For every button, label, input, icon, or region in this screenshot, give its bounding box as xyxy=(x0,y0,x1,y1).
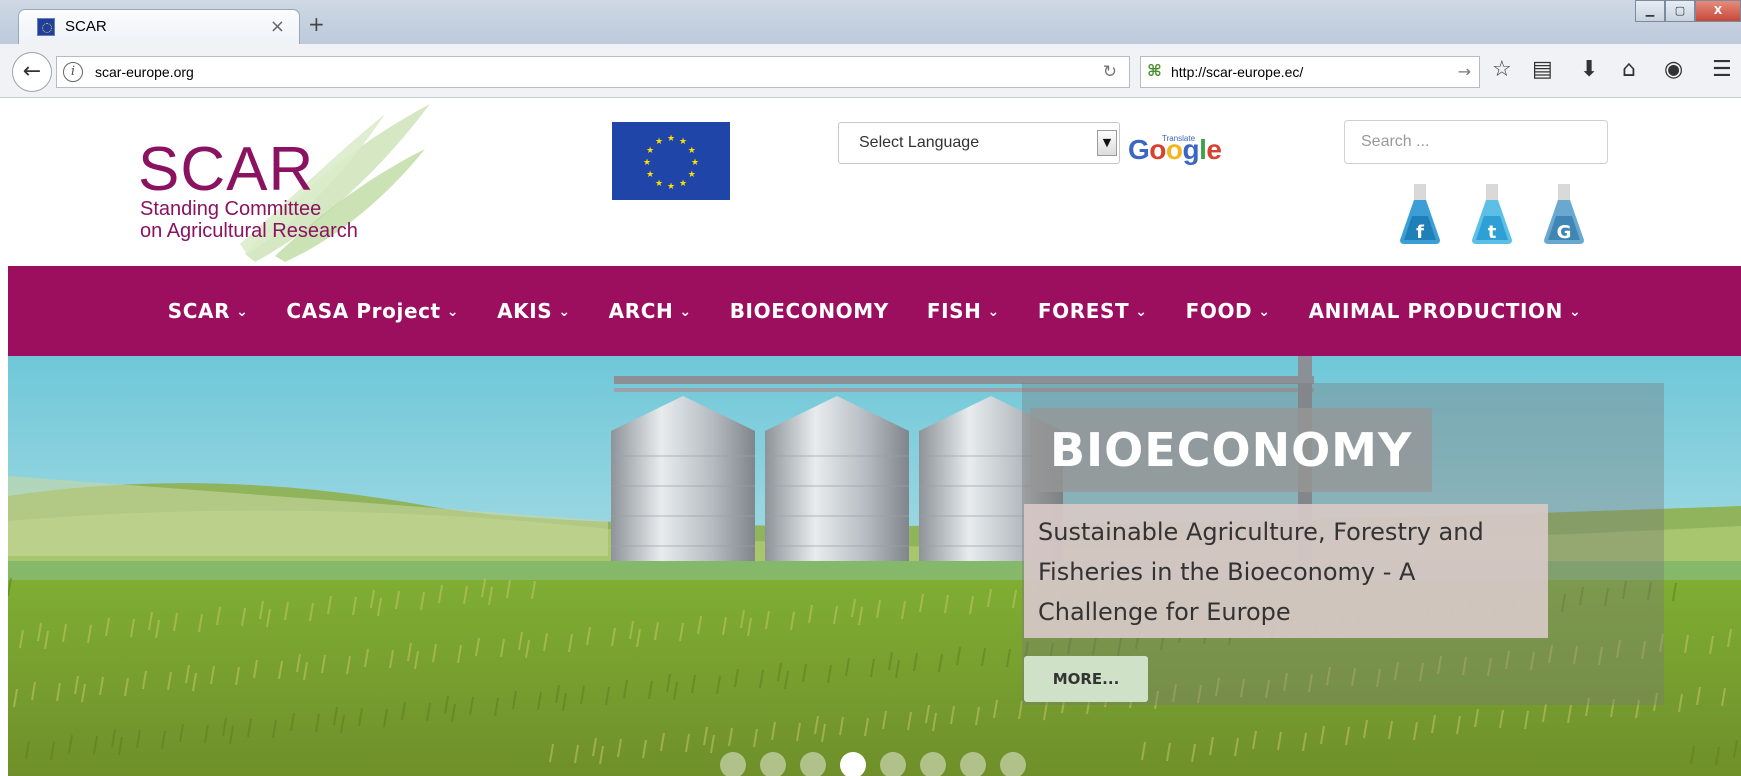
address-bar[interactable]: i scar-europe.org ↻ xyxy=(56,56,1130,88)
browser-navbar: ← i scar-europe.org ↻ ⌘ http://scar-euro… xyxy=(0,44,1741,98)
slide-description: Sustainable Agriculture, Forestry and Fi… xyxy=(1024,504,1548,638)
svg-text:f: f xyxy=(1416,222,1424,243)
twitter-icon[interactable]: t xyxy=(1468,182,1516,246)
slider-dot[interactable] xyxy=(720,752,746,776)
chevron-down-icon: ⌄ xyxy=(558,304,571,320)
eu-star: ★ xyxy=(643,158,651,168)
menu-item-forest[interactable]: FOREST ⌄ xyxy=(1038,299,1148,323)
pocket-icon[interactable]: ◉ xyxy=(1664,57,1683,82)
menu-icon[interactable]: ☰ xyxy=(1712,57,1732,82)
browser-search-box[interactable]: ⌘ http://scar-europe.ec/ → xyxy=(1140,56,1480,88)
url-text[interactable]: scar-europe.org xyxy=(95,64,194,80)
eu-star: ★ xyxy=(655,137,663,147)
main-menu: SCAR ⌄ CASA Project ⌄ AKIS ⌄ ARCH ⌄ BIOECONOMY FI… xyxy=(8,266,1741,356)
browser-tab[interactable]: SCAR × xyxy=(18,9,300,44)
slider-dot[interactable] xyxy=(840,752,866,776)
slider-dot[interactable] xyxy=(1000,752,1026,776)
menu-item-bioeconomy[interactable]: BIOECONOMY xyxy=(730,299,889,323)
slide-title: BIOECONOMY xyxy=(1030,408,1433,492)
eu-star: ★ xyxy=(691,158,699,168)
slider-pagination xyxy=(720,752,1026,776)
tab-title: SCAR xyxy=(65,18,107,35)
facebook-icon[interactable]: f xyxy=(1396,182,1444,246)
menu-item-arch[interactable]: ARCH ⌄ xyxy=(609,299,692,323)
eu-star: ★ xyxy=(688,170,696,180)
language-select-value[interactable]: Select Language xyxy=(859,134,979,152)
home-icon[interactable]: ⌂ xyxy=(1622,57,1636,82)
eu-star: ★ xyxy=(646,146,654,156)
hero-slider[interactable]: BIOECONOMY Sustainable Agriculture, Fore… xyxy=(8,356,1741,776)
eu-star: ★ xyxy=(667,182,675,192)
chevron-down-icon: ⌄ xyxy=(236,304,249,320)
reload-icon[interactable]: ↻ xyxy=(1103,62,1117,82)
chevron-down-icon: ⌄ xyxy=(1135,304,1148,320)
menu-item-label: BIOECONOMY xyxy=(729,299,889,323)
menu-item-scar[interactable]: SCAR ⌄ xyxy=(168,299,249,323)
menu-item-fish[interactable]: FISH ⌄ xyxy=(927,299,1000,323)
eu-star: ★ xyxy=(655,179,663,189)
site-search-input[interactable] xyxy=(1344,120,1608,164)
menu-item-label: ARCH xyxy=(608,299,674,323)
new-tab-button[interactable]: + xyxy=(308,12,325,36)
logo-subtitle-line2: on Agricultural Research xyxy=(140,220,358,242)
more-button[interactable]: MORE... xyxy=(1024,656,1148,702)
chevron-down-icon: ⌄ xyxy=(1258,304,1271,320)
menu-item-label: ANIMAL PRODUCTION xyxy=(1308,299,1563,323)
slider-dot[interactable] xyxy=(760,752,786,776)
svg-text:G: G xyxy=(1557,222,1572,243)
slider-dot[interactable] xyxy=(960,752,986,776)
menu-item-label: CASA Project xyxy=(286,299,441,323)
close-window-button[interactable]: X xyxy=(1695,0,1741,22)
back-button[interactable]: ← xyxy=(12,52,52,92)
browser-titlebar: SCAR × + ▁ ▢ X xyxy=(0,0,1741,44)
menu-item-animal-production[interactable]: ANIMAL PRODUCTION ⌄ xyxy=(1309,299,1582,323)
minimize-button[interactable]: ▁ xyxy=(1635,0,1665,22)
eu-favicon-icon xyxy=(37,18,55,36)
slider-dot[interactable] xyxy=(920,752,946,776)
language-select[interactable]: Select Language ▼ xyxy=(838,122,1120,164)
eu-flag-icon: ★ ★★★★★★★★★★★ xyxy=(612,122,730,200)
chevron-down-icon: ⌄ xyxy=(446,304,460,320)
menu-item-food[interactable]: FOOD ⌄ xyxy=(1186,299,1271,323)
main-navigation: SCAR ⌄ CASA Project ⌄ AKIS ⌄ ARCH ⌄ BIOECONOMY FI… xyxy=(8,266,1741,356)
menu-item-label: SCAR xyxy=(167,299,231,323)
google-plus-icon[interactable]: G xyxy=(1540,182,1588,246)
menu-item-akis[interactable]: AKIS ⌄ xyxy=(497,299,571,323)
chevron-down-icon: ⌄ xyxy=(679,304,692,320)
menu-item-label: AKIS xyxy=(497,299,553,323)
go-arrow-icon[interactable]: → xyxy=(1458,62,1471,81)
window-controls: ▁ ▢ X xyxy=(1635,0,1741,26)
info-icon[interactable]: i xyxy=(63,62,83,82)
bookmark-star-icon[interactable]: ☆ xyxy=(1492,57,1512,82)
translate-label: Translate xyxy=(1162,134,1196,143)
logo-subtitle-line1: Standing Committee xyxy=(140,198,322,220)
slider-dot[interactable] xyxy=(800,752,826,776)
menu-item-casa-project[interactable]: CASA Project ⌄ xyxy=(286,299,459,323)
svg-text:t: t xyxy=(1488,222,1497,243)
scar-logo[interactable]: SCAR Standing Committee on Agricultural … xyxy=(130,104,490,264)
tab-close-icon[interactable]: × xyxy=(270,16,285,37)
maximize-button[interactable]: ▢ xyxy=(1665,0,1695,22)
chevron-down-icon: ⌄ xyxy=(987,304,1000,320)
menu-item-label: FOOD xyxy=(1185,299,1253,323)
eu-star: ★ xyxy=(688,146,696,156)
logo-wordmark: SCAR xyxy=(138,135,315,204)
reading-list-icon[interactable]: ▤ xyxy=(1532,57,1553,82)
download-icon[interactable]: ⬇ xyxy=(1580,57,1598,82)
menu-item-label: FISH xyxy=(926,299,982,323)
eu-star: ★ xyxy=(667,134,675,144)
chevron-down-icon: ⌄ xyxy=(1568,304,1582,320)
browser-search-text[interactable]: http://scar-europe.ec/ xyxy=(1171,64,1303,80)
menu-item-label: FOREST xyxy=(1037,299,1130,323)
chevron-down-icon[interactable]: ▼ xyxy=(1097,130,1117,156)
slider-dot[interactable] xyxy=(880,752,906,776)
eu-star: ★ xyxy=(679,137,687,147)
search-engine-icon[interactable]: ⌘ xyxy=(1147,61,1162,80)
eu-star: ★ xyxy=(679,179,687,189)
eu-star: ★ xyxy=(646,170,654,180)
